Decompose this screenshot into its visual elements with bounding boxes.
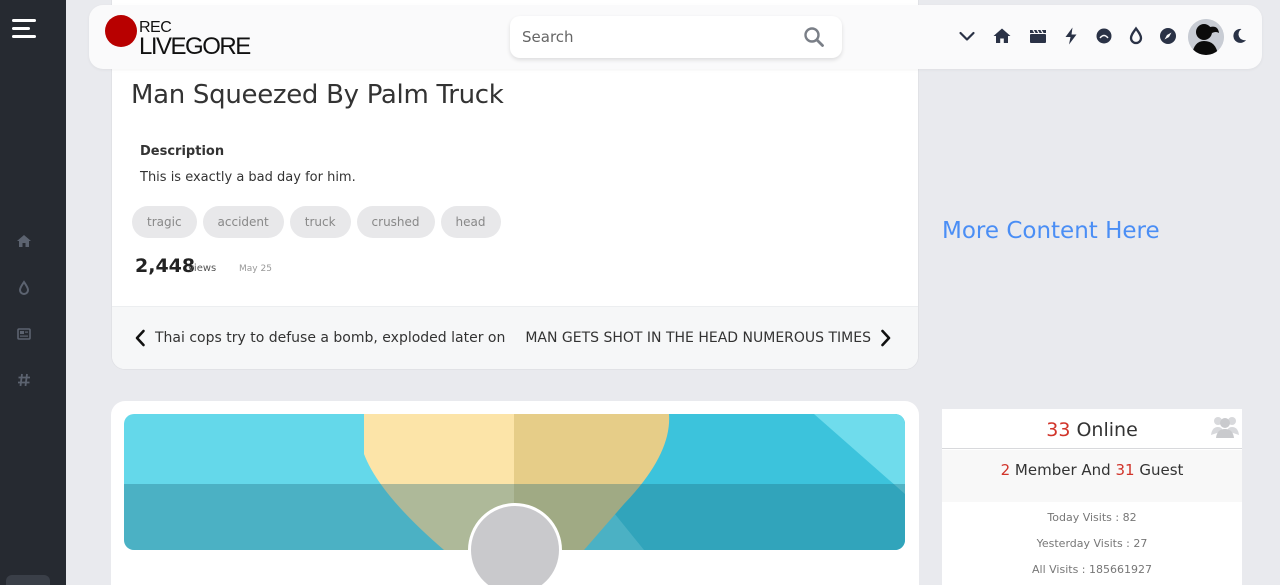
moon-icon[interactable] [1229, 26, 1249, 46]
online-widget: 33 Online 2 Member And 31 Guest Today Vi… [942, 409, 1242, 585]
bolt-icon[interactable] [1061, 26, 1081, 46]
online-count: 33 [1046, 419, 1071, 441]
tag-chip[interactable]: tragic [132, 206, 197, 238]
yesterday-visits: Yesterday Visits : 27 [1036, 537, 1148, 550]
home-icon[interactable] [16, 233, 32, 249]
site-logo[interactable]: REC LIVEGORE [105, 15, 251, 61]
description-text: This is exactly a bad day for him. [140, 170, 356, 185]
uploader-card [111, 401, 919, 585]
compass-icon[interactable] [1158, 26, 1178, 46]
tag-chip[interactable]: accident [202, 206, 284, 238]
bullet-icon[interactable] [1094, 26, 1114, 46]
drop-icon[interactable] [1126, 26, 1146, 46]
search-box [510, 16, 842, 58]
next-post-link[interactable]: MAN GETS SHOT IN THE HEAD NUMEROUS TIMES [525, 327, 892, 349]
post-navigation: Thai cops try to defuse a bomb, exploded… [112, 306, 918, 369]
chevron-down-icon[interactable] [957, 26, 977, 46]
post-date: May 25 [239, 264, 272, 274]
avatar[interactable] [1188, 19, 1224, 55]
more-content-placeholder: More Content Here [942, 218, 1160, 244]
online-label: Online [1076, 419, 1138, 441]
chevron-right-icon [881, 329, 891, 347]
today-visits: Today Visits : 82 [1047, 511, 1137, 524]
online-breakdown: 2 Member And 31 Guest [942, 450, 1242, 502]
chevron-left-icon [135, 329, 145, 347]
guest-count: 31 [1115, 461, 1135, 479]
top-header: REC LIVEGORE [89, 5, 1262, 69]
tag-chip[interactable]: crushed [356, 206, 435, 238]
tag-chip[interactable]: truck [289, 206, 351, 238]
sidebar [0, 0, 66, 585]
sidebar-bottom-handle[interactable] [6, 575, 50, 585]
view-count-label: views [188, 263, 217, 274]
hashtag-icon[interactable] [16, 372, 32, 388]
tag-chip[interactable]: head [440, 206, 501, 238]
all-visits: All Visits : 185661927 [1032, 563, 1152, 576]
previous-post-title: Thai cops try to defuse a bomb, exploded… [155, 330, 506, 346]
description-label: Description [140, 144, 225, 159]
online-count-header: 33 Online [942, 409, 1242, 449]
next-post-title: MAN GETS SHOT IN THE HEAD NUMEROUS TIMES [525, 330, 871, 346]
search-input[interactable] [522, 16, 792, 58]
guest-label: Guest [1139, 461, 1184, 479]
member-count: 2 [1000, 461, 1011, 479]
news-icon[interactable] [16, 326, 32, 342]
member-label: Member And [1014, 461, 1111, 479]
page-title: Man Squeezed By Palm Truck [131, 80, 504, 110]
previous-post-link[interactable]: Thai cops try to defuse a bomb, exploded… [134, 327, 505, 349]
search-icon[interactable] [803, 26, 825, 48]
menu-icon[interactable] [12, 19, 36, 39]
users-icon [1211, 417, 1239, 438]
tag-list: tragic accident truck crushed head [132, 206, 501, 238]
view-count: 2,448 [135, 255, 196, 277]
logo-name-text: LIVEGORE [139, 33, 251, 60]
logo-record-dot [105, 15, 137, 47]
clapperboard-icon[interactable] [1028, 26, 1048, 46]
home-icon[interactable] [992, 26, 1012, 46]
drop-icon[interactable] [16, 280, 32, 296]
